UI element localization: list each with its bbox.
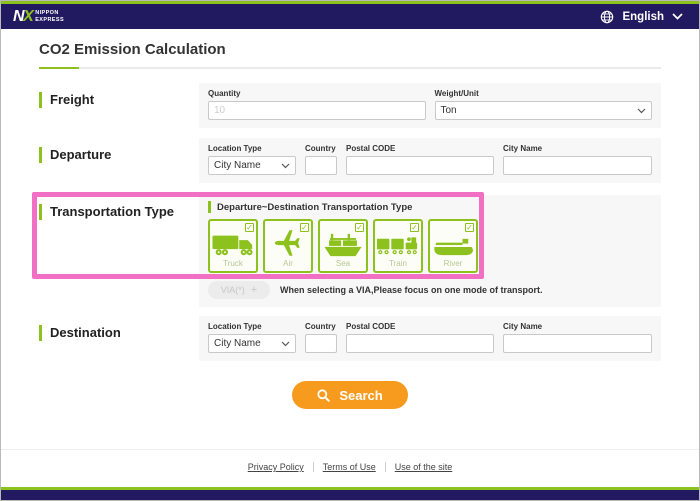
departure-postal-group: Postal CODE (346, 144, 494, 175)
checkbox-checked-icon[interactable]: ✓ (355, 223, 364, 232)
checkbox-checked-icon[interactable]: ✓ (410, 223, 419, 232)
co2-emission-calculation-page: NX NIPPON EXPRESS English CO2 Emission C… (0, 0, 700, 501)
city-name-label: City Name (503, 322, 652, 331)
departure-city-input[interactable] (503, 156, 652, 175)
mode-tile-train[interactable]: ✓ (373, 219, 423, 273)
chevron-down-icon (637, 108, 646, 114)
nx-logo-text: NIPPON EXPRESS (35, 10, 64, 23)
departure-location-type-group: Location Type City Name (208, 144, 296, 175)
departure-country-input[interactable] (305, 156, 337, 175)
page-title: CO2 Emission Calculation (39, 41, 661, 58)
destination-postal-group: Postal CODE (346, 322, 494, 353)
chevron-down-icon (672, 13, 683, 20)
globe-icon (600, 10, 614, 24)
destination-heading: Destination (39, 325, 199, 341)
mode-label: Truck (223, 259, 243, 268)
departure-location-type-select[interactable]: City Name (208, 156, 296, 175)
departure-panel: Location Type City Name Country (199, 138, 661, 183)
weight-unit-field-group: Weight/Unit Ton (435, 89, 653, 120)
checkbox-checked-icon[interactable]: ✓ (245, 223, 254, 232)
mode-label: River (444, 259, 463, 268)
freight-section: Freight Quantity Weight/Unit Ton (39, 83, 661, 128)
destination-location-type-group: Location Type City Name (208, 322, 296, 353)
transportation-panel: Departure~Destination Transportation Typ… (199, 195, 661, 307)
weight-unit-value: Ton (441, 105, 457, 116)
departure-heading: Departure (39, 147, 199, 163)
departure-section: Departure Location Type City Name Countr (39, 138, 661, 183)
country-label: Country (305, 144, 337, 153)
destination-country-input[interactable] (305, 334, 337, 353)
destination-section: Destination Location Type City Name Coun (39, 316, 661, 361)
quantity-label: Quantity (208, 89, 426, 98)
search-button[interactable]: Search (292, 381, 408, 409)
via-button-label: VIA(*) (221, 285, 245, 295)
language-label: English (622, 11, 664, 23)
weight-unit-select[interactable]: Ton (435, 101, 653, 120)
freight-heading: Freight (39, 92, 199, 108)
page-footer: Privacy Policy Terms of Use Use of the s… (1, 449, 699, 500)
city-name-label: City Name (503, 144, 652, 153)
chevron-down-icon (281, 341, 290, 347)
via-add-button[interactable]: VIA(*) + (208, 281, 270, 299)
country-label: Country (305, 322, 337, 331)
chevron-down-icon (281, 163, 290, 169)
quantity-field-group: Quantity (208, 89, 426, 120)
transportation-subheading-label: Departure~Destination Transportation Typ… (217, 202, 412, 213)
footer-links: Privacy Policy Terms of Use Use of the s… (1, 449, 699, 487)
truck-icon (211, 233, 255, 258)
departure-postal-input[interactable] (346, 156, 494, 175)
via-row: VIA(*) + When selecting a VIA,Please foc… (208, 281, 652, 299)
destination-country-group: Country (305, 322, 337, 353)
postal-code-label: Postal CODE (346, 322, 494, 331)
terms-of-use-link[interactable]: Terms of Use (323, 462, 376, 472)
nippon-express-logo[interactable]: NX NIPPON EXPRESS (13, 9, 64, 25)
quantity-input[interactable] (208, 101, 426, 120)
destination-panel: Location Type City Name Country (199, 316, 661, 361)
transportation-subheading: Departure~Destination Transportation Typ… (208, 201, 652, 213)
mode-tile-sea[interactable]: ✓ Sea (318, 219, 368, 273)
mode-tile-river[interactable]: ✓ River (428, 219, 478, 273)
weight-unit-label: Weight/Unit (435, 89, 653, 98)
train-icon (376, 233, 420, 258)
postal-code-label: Postal CODE (346, 144, 494, 153)
destination-postal-input[interactable] (346, 334, 494, 353)
footer-purple-bar (1, 490, 699, 500)
footer-divider (313, 462, 314, 472)
plane-icon (273, 228, 303, 258)
barge-icon (432, 234, 474, 258)
transport-mode-tiles: ✓ Truck ✓ (208, 219, 652, 273)
language-switcher[interactable]: English (600, 10, 683, 24)
mode-tile-air[interactable]: ✓ Air (263, 219, 313, 273)
destination-city-input[interactable] (503, 334, 652, 353)
checkbox-checked-icon[interactable]: ✓ (465, 223, 474, 232)
location-type-label: Location Type (208, 144, 296, 153)
ship-icon (322, 232, 364, 258)
mode-label: Sea (336, 259, 350, 268)
checkbox-checked-icon[interactable]: ✓ (300, 223, 309, 232)
freight-panel: Quantity Weight/Unit Ton (199, 83, 661, 128)
top-navigation-bar: NX NIPPON EXPRESS English (1, 1, 699, 29)
nx-logo-mark: NX (13, 9, 32, 25)
location-type-value: City Name (214, 338, 261, 349)
footer-divider (385, 462, 386, 472)
privacy-policy-link[interactable]: Privacy Policy (248, 462, 304, 472)
destination-city-group: City Name (503, 322, 652, 353)
via-note-text: When selecting a VIA,Please focus on one… (280, 285, 543, 295)
location-type-label: Location Type (208, 322, 296, 331)
search-button-label: Search (339, 388, 382, 403)
departure-city-group: City Name (503, 144, 652, 175)
plus-icon: + (251, 285, 257, 296)
mode-label: Air (283, 259, 293, 268)
search-icon (317, 389, 330, 402)
mode-tile-truck[interactable]: ✓ Truck (208, 219, 258, 273)
transportation-type-section: Transportation Type Departure~Destinatio… (39, 195, 661, 307)
departure-country-group: Country (305, 144, 337, 175)
green-accent-bar (208, 201, 211, 213)
location-type-value: City Name (214, 160, 261, 171)
transportation-type-heading: Transportation Type (39, 204, 199, 220)
destination-location-type-select[interactable]: City Name (208, 334, 296, 353)
title-underline (39, 67, 661, 69)
mode-label: Train (389, 259, 407, 268)
use-of-the-site-link[interactable]: Use of the site (395, 462, 453, 472)
